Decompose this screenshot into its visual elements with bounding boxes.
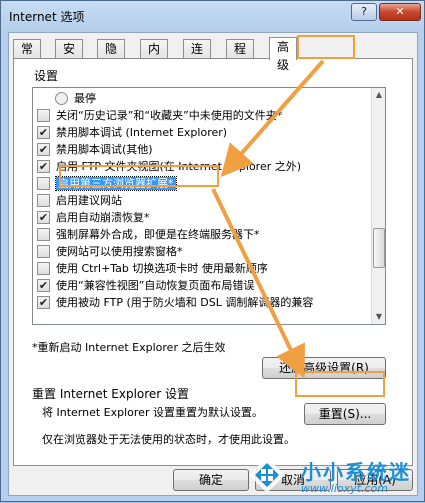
tab-programs[interactable]: 程序 bbox=[226, 39, 255, 74]
list-item[interactable]: ✔ 启用自动崩溃恢复* bbox=[37, 209, 150, 226]
scroll-down-icon[interactable]: ▼ bbox=[372, 310, 385, 324]
watermark-text: 小小系统迷 bbox=[301, 460, 411, 484]
tab-content[interactable]: 内容 bbox=[140, 39, 169, 74]
tab-privacy[interactable]: 隐私 bbox=[97, 39, 126, 74]
close-button[interactable]: ✕ bbox=[379, 3, 421, 21]
settings-list[interactable]: 最停 关闭“历史记录”和“收藏夹”中未使用的文件夹* ✔ 禁用脚本调试 (Inte… bbox=[32, 87, 386, 325]
help-button[interactable]: ? bbox=[351, 3, 377, 21]
restart-note: *重新启动 Internet Explorer 之后生效 bbox=[32, 341, 226, 354]
checkbox[interactable]: ✔ bbox=[37, 142, 50, 156]
checkbox[interactable] bbox=[37, 244, 50, 258]
checkbox[interactable] bbox=[37, 227, 50, 241]
reset-heading: 重置 Internet Explorer 设置 bbox=[32, 387, 190, 401]
checkbox[interactable] bbox=[37, 176, 50, 190]
checkbox[interactable] bbox=[37, 193, 50, 207]
list-item[interactable]: ✔ 禁用脚本调试(其他) bbox=[37, 141, 153, 158]
reset-highlight-box bbox=[295, 371, 385, 397]
dialog-client: 常规 安全 隐私 内容 连接 程序 高级 设置 最停 关闭“历史记录”和“收藏夹… bbox=[8, 32, 418, 496]
tab-security[interactable]: 安全 bbox=[55, 39, 84, 74]
watermark: 小小系统迷 www.lioxyt.com bbox=[239, 455, 425, 501]
checkbox[interactable]: ✔ bbox=[37, 125, 50, 139]
list-item[interactable]: 启用建议网站 bbox=[37, 192, 122, 209]
radio-button[interactable] bbox=[55, 91, 68, 105]
list-item[interactable]: ✔ 禁用脚本调试 (Internet Explorer) bbox=[37, 124, 227, 141]
advanced-panel: 设置 最停 关闭“历史记录”和“收藏夹”中未使用的文件夹* ✔ 禁用脚本调试 (I… bbox=[13, 58, 413, 466]
checkbox[interactable]: ✔ bbox=[37, 159, 50, 173]
list-item[interactable]: 关闭“历史记录”和“收藏夹”中未使用的文件夹* bbox=[37, 107, 282, 124]
reset-description: 将 Internet Explorer 设置重置为默认设置。 bbox=[42, 406, 263, 419]
checkbox[interactable] bbox=[37, 108, 50, 122]
scroll-thumb[interactable] bbox=[373, 228, 385, 268]
checkbox[interactable]: ✔ bbox=[37, 210, 50, 224]
ok-button[interactable]: 确定 bbox=[173, 469, 249, 491]
list-item[interactable]: ✔ 使用被动 FTP (用于防火墙和 DSL 调制解调器的兼容 bbox=[37, 294, 313, 311]
tab-advanced[interactable]: 高级 bbox=[269, 37, 298, 72]
list-item[interactable]: 使用 Ctrl+Tab 切换选项卡时 使用最新顺序 bbox=[37, 260, 268, 277]
tab-highlight-box bbox=[297, 35, 355, 59]
settings-heading: 设置 bbox=[34, 69, 59, 83]
list-item[interactable]: 强制屏幕外合成，即便是在终端服务器下* bbox=[37, 226, 260, 243]
title-bar[interactable]: Internet 选项 ? ✕ bbox=[1, 1, 424, 31]
item-highlight-box bbox=[59, 165, 219, 187]
tab-general[interactable]: 常规 bbox=[13, 39, 42, 74]
list-scrollbar[interactable]: ▲ ▼ bbox=[371, 88, 385, 324]
windows-logo-icon bbox=[249, 457, 285, 493]
tab-connections[interactable]: 连接 bbox=[183, 39, 212, 74]
checkbox[interactable]: ✔ bbox=[37, 278, 50, 292]
reset-button[interactable]: 重置(S)... bbox=[304, 403, 386, 425]
scroll-up-icon[interactable]: ▲ bbox=[372, 88, 385, 102]
watermark-url: www.lioxyt.com bbox=[301, 482, 388, 495]
list-item[interactable]: 使网站可以使用搜索窗格* bbox=[37, 243, 183, 260]
checkbox[interactable]: ✔ bbox=[37, 295, 50, 309]
reset-note: 仅在浏览器处于无法使用的状态时，才使用此设置。 bbox=[42, 433, 295, 446]
list-item[interactable]: 最停 bbox=[55, 90, 96, 107]
list-item[interactable]: ✔ 使用“兼容性视图”自动恢复页面布局错误 bbox=[37, 277, 254, 294]
window-title: Internet 选项 bbox=[9, 10, 85, 24]
checkbox[interactable] bbox=[37, 261, 50, 275]
internet-options-window: Internet 选项 ? ✕ 常规 安全 隐私 内容 连接 程序 高级 设置 … bbox=[0, 0, 425, 502]
